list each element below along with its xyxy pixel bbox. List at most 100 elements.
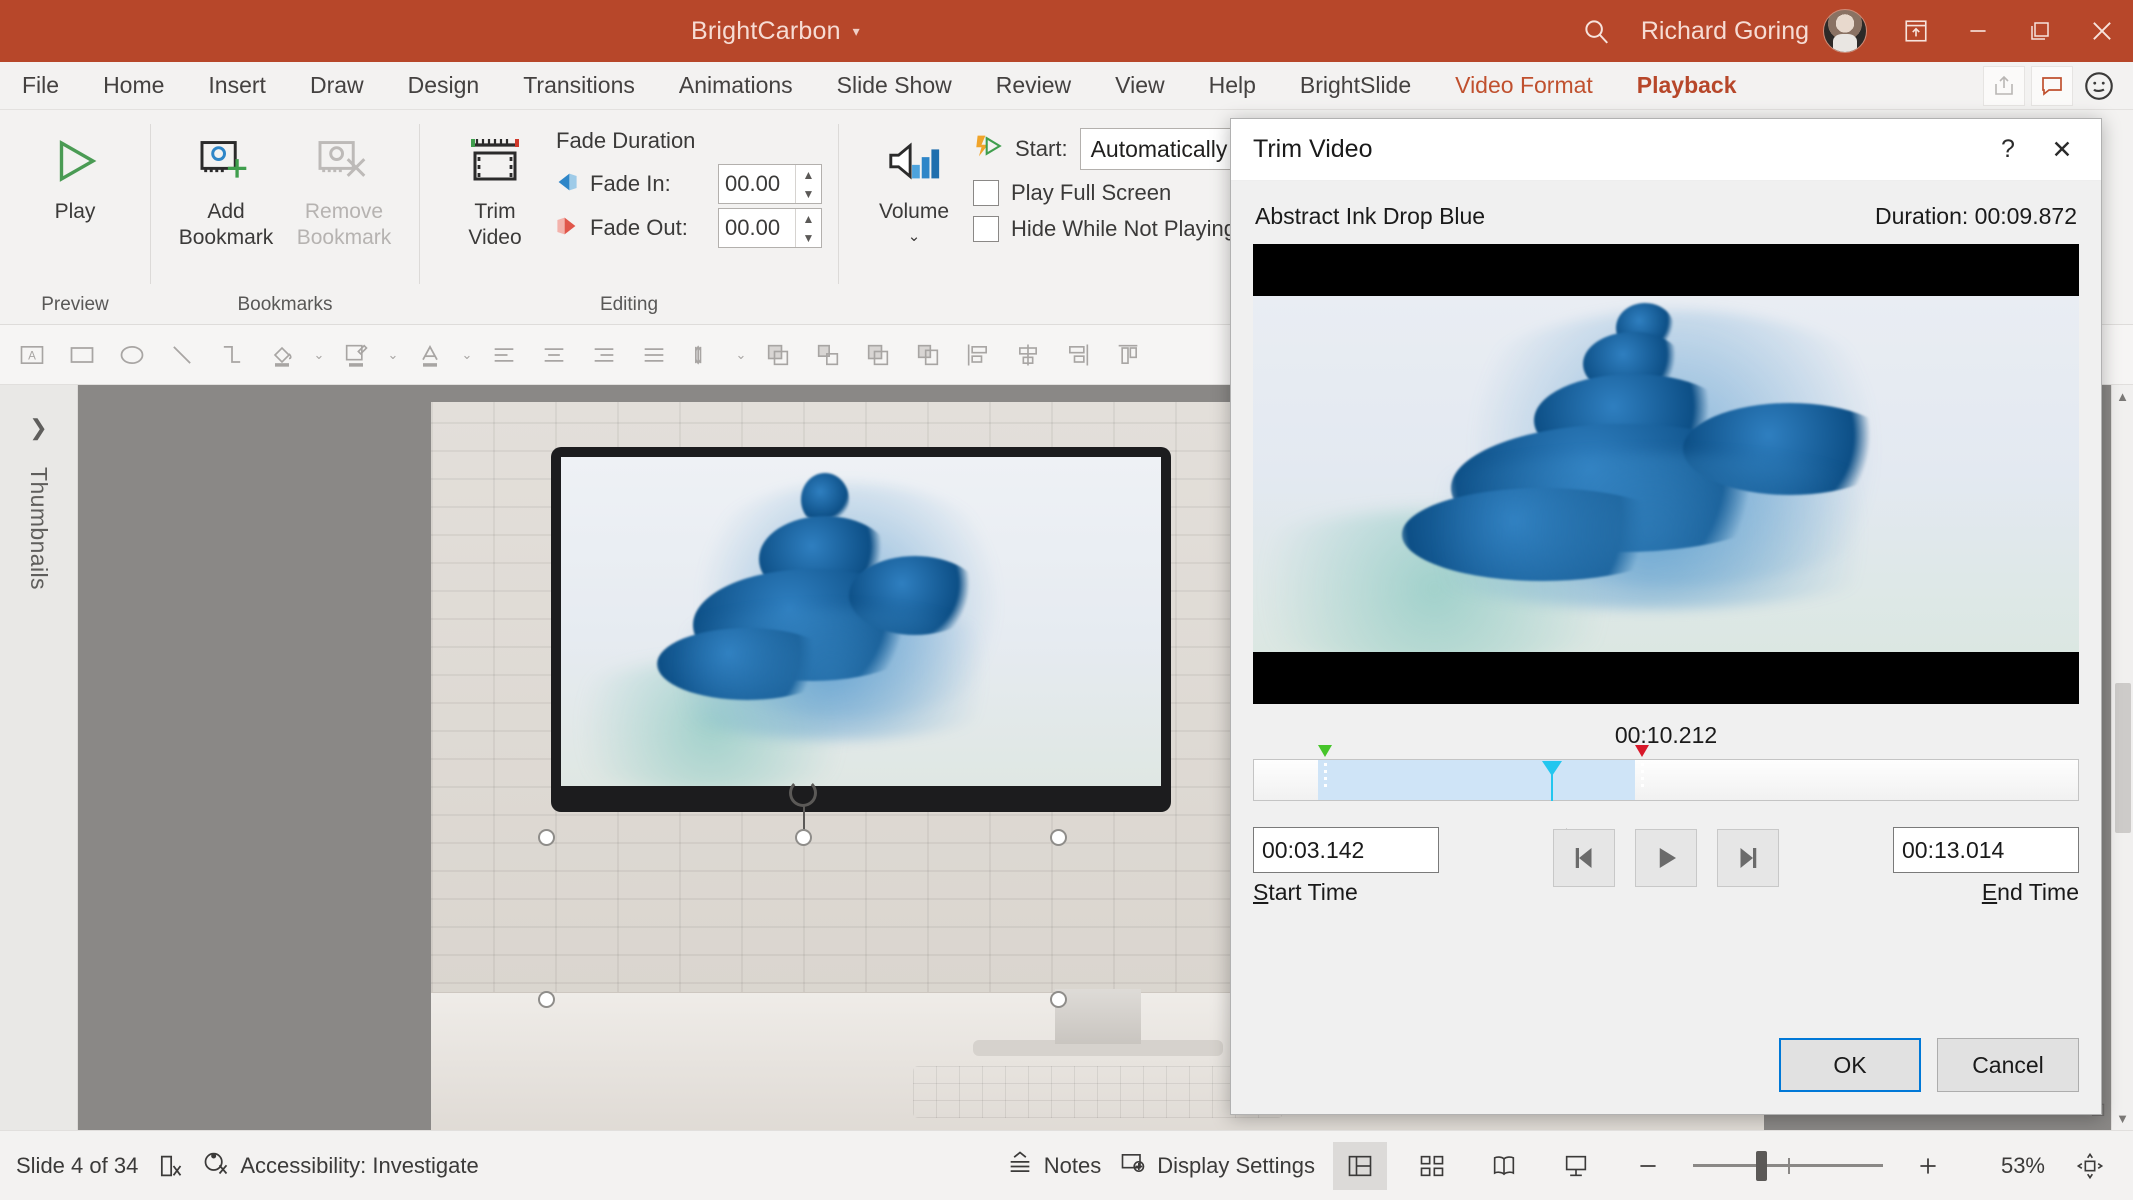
play-button[interactable]: [1635, 829, 1697, 887]
slide-counter[interactable]: Slide 4 of 34: [16, 1153, 138, 1179]
tab-design[interactable]: Design: [386, 62, 502, 110]
align-justify-icon[interactable]: [630, 330, 678, 380]
resize-handle-tr[interactable]: [1050, 829, 1067, 846]
fade-out-input[interactable]: [719, 209, 795, 247]
tab-brightslide[interactable]: BrightSlide: [1278, 62, 1433, 110]
trim-video-button[interactable]: Trim Video: [436, 124, 554, 250]
next-frame-button[interactable]: [1717, 829, 1779, 887]
scroll-down-icon[interactable]: ▼: [2116, 1111, 2129, 1126]
end-time-input[interactable]: [1894, 828, 2133, 872]
add-bookmark-button[interactable]: Add Bookmark: [167, 124, 285, 250]
cancel-button[interactable]: Cancel: [1937, 1038, 2079, 1092]
spin-down-icon[interactable]: ▼: [796, 184, 821, 203]
fade-out-spinner[interactable]: ▲ ▼: [718, 208, 822, 248]
fade-in-arrows[interactable]: ▲ ▼: [795, 165, 821, 203]
previous-frame-button[interactable]: [1553, 829, 1615, 887]
minimize-icon[interactable]: [1947, 0, 2009, 62]
tab-insert[interactable]: Insert: [186, 62, 288, 110]
align-objects-left-icon[interactable]: [954, 330, 1002, 380]
search-icon[interactable]: [1551, 16, 1641, 46]
hide-while-not-playing-checkbox[interactable]: [973, 216, 999, 242]
align-center-icon[interactable]: [530, 330, 578, 380]
fade-in-spinner[interactable]: ▲ ▼: [718, 164, 822, 204]
bring-forward-icon[interactable]: [754, 330, 802, 380]
tab-video-format[interactable]: Video Format: [1433, 62, 1615, 110]
ellipse-icon[interactable]: [108, 330, 156, 380]
chevron-down-icon[interactable]: ▾: [853, 23, 860, 40]
video-placeholder[interactable]: [561, 457, 1161, 786]
zoom-percent[interactable]: 53%: [1973, 1153, 2045, 1179]
scrollbar-thumb[interactable]: [2114, 682, 2131, 833]
trim-end-handle[interactable]: [1634, 745, 1650, 805]
chevron-down-icon[interactable]: ⌄: [382, 330, 404, 380]
maximize-icon[interactable]: [2009, 0, 2071, 62]
vertical-scrollbar[interactable]: ▲ ▼: [2111, 385, 2133, 1130]
shape-outline-icon[interactable]: [332, 330, 380, 380]
scroll-up-icon[interactable]: ▲: [2116, 389, 2129, 404]
reading-view-icon[interactable]: [1477, 1142, 1531, 1190]
tab-playback[interactable]: Playback: [1615, 62, 1759, 110]
video-preview[interactable]: [1253, 244, 2079, 704]
accessibility-status[interactable]: Accessibility: Investigate: [202, 1149, 479, 1183]
spin-up-icon[interactable]: ▲: [796, 165, 821, 184]
zoom-out-button[interactable]: [1621, 1142, 1675, 1190]
resize-handle-tc[interactable]: [794, 829, 812, 846]
restore-up-icon[interactable]: [1885, 0, 1947, 62]
chevron-down-icon[interactable]: ⌄: [908, 228, 921, 245]
play-full-screen-checkbox[interactable]: [973, 180, 999, 206]
video-selection[interactable]: [538, 779, 1067, 1130]
zoom-in-button[interactable]: [1901, 1142, 1955, 1190]
spin-up-icon[interactable]: ▲: [796, 209, 821, 228]
volume-button[interactable]: Volume ⌄: [855, 124, 973, 245]
fade-out-arrows[interactable]: ▲ ▼: [795, 209, 821, 247]
proofing-icon[interactable]: [156, 1152, 184, 1180]
ok-button[interactable]: OK: [1779, 1038, 1921, 1092]
normal-view-icon[interactable]: [1333, 1141, 1387, 1190]
chevron-down-icon[interactable]: ⌄: [456, 330, 478, 380]
shape-fill-icon[interactable]: [258, 330, 306, 380]
tab-view[interactable]: View: [1093, 62, 1186, 110]
text-box-icon[interactable]: A: [8, 330, 56, 380]
align-objects-center-icon[interactable]: [1004, 330, 1052, 380]
notes-button[interactable]: Notes: [1006, 1150, 1101, 1182]
slide-sorter-icon[interactable]: [1405, 1142, 1459, 1190]
tab-slide-show[interactable]: Slide Show: [815, 62, 974, 110]
line-spacing-icon[interactable]: [680, 330, 728, 380]
bring-to-front-icon[interactable]: [804, 330, 852, 380]
display-settings-button[interactable]: Display Settings: [1119, 1150, 1315, 1182]
send-backward-icon[interactable]: [854, 330, 902, 380]
tab-help[interactable]: Help: [1187, 62, 1278, 110]
tab-file[interactable]: File: [0, 62, 81, 110]
rotate-handle-icon[interactable]: [788, 779, 817, 807]
help-icon[interactable]: ?: [1981, 125, 2035, 175]
tab-home[interactable]: Home: [81, 62, 186, 110]
tab-animations[interactable]: Animations: [657, 62, 815, 110]
rectangle-icon[interactable]: [58, 330, 106, 380]
spin-down-icon[interactable]: ▼: [796, 228, 821, 247]
chevron-down-icon[interactable]: ⌄: [308, 330, 330, 380]
trim-start-handle[interactable]: [1318, 745, 1333, 805]
end-time-spinner[interactable]: ▲ ▼: [1893, 827, 2133, 873]
send-to-back-icon[interactable]: [904, 330, 952, 380]
chevron-down-icon[interactable]: ⌄: [730, 330, 752, 380]
chevron-right-icon[interactable]: ❯: [29, 415, 47, 441]
zoom-slider-knob[interactable]: [1755, 1150, 1767, 1181]
tab-review[interactable]: Review: [974, 62, 1093, 110]
account-button[interactable]: Richard Goring: [1641, 9, 1868, 53]
resize-handle-tl[interactable]: [538, 829, 555, 846]
align-left-icon[interactable]: [480, 330, 528, 380]
avatar[interactable]: [1823, 9, 1868, 53]
tab-draw[interactable]: Draw: [288, 62, 386, 110]
trim-video-dialog[interactable]: Trim Video ? ✕ Abstract Ink Drop Blue Du…: [1230, 118, 2133, 1115]
close-icon[interactable]: [2071, 0, 2133, 62]
tab-transitions[interactable]: Transitions: [501, 62, 657, 110]
text-fill-icon[interactable]: [406, 330, 454, 380]
align-right-icon[interactable]: [580, 330, 628, 380]
resize-handle-mr[interactable]: [1050, 990, 1067, 1008]
elbow-connector-icon[interactable]: [208, 330, 256, 380]
start-time-spinner[interactable]: ▲ ▼: [1253, 827, 1578, 873]
line-icon[interactable]: [158, 330, 206, 380]
play-button[interactable]: Play: [16, 124, 134, 224]
document-title[interactable]: BrightCarbon ▾: [691, 17, 860, 46]
align-objects-top-icon[interactable]: [1104, 330, 1152, 380]
